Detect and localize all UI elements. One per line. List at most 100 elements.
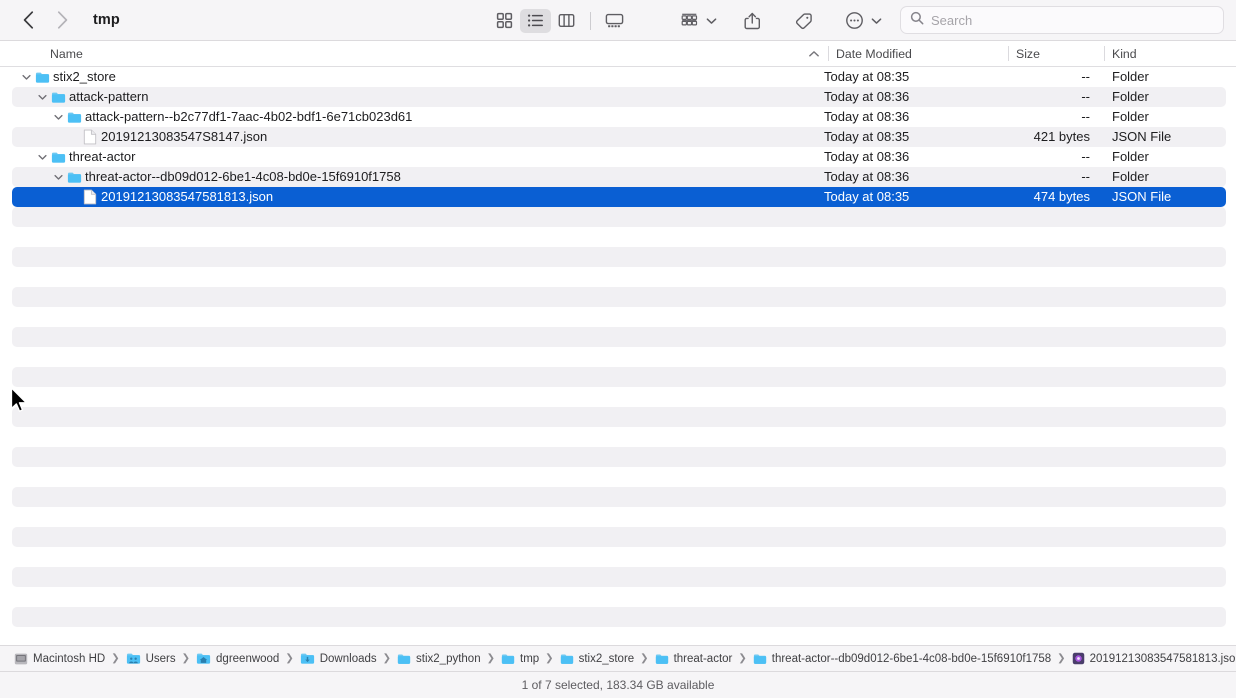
- navigation-buttons: [18, 9, 72, 31]
- home-folder-icon: [196, 651, 211, 666]
- breadcrumb-separator-icon: ❯: [640, 653, 649, 664]
- toolbar-divider: [590, 11, 591, 30]
- search-box[interactable]: [900, 6, 1224, 34]
- column-header-size[interactable]: Size: [1016, 41, 1040, 66]
- breadcrumb-separator-icon: ❯: [545, 653, 554, 664]
- tag-button[interactable]: [788, 9, 819, 33]
- file-name: 20191213083547S8147.json: [101, 129, 268, 144]
- group-by-button[interactable]: [674, 9, 705, 33]
- breadcrumb-label: Macintosh HD: [33, 652, 106, 665]
- cell-size: --: [1081, 69, 1090, 84]
- empty-list-row: [12, 527, 1226, 547]
- cell-date-modified: Today at 08:36: [824, 109, 910, 124]
- json-file-icon: [82, 187, 98, 207]
- column-header-kind[interactable]: Kind: [1112, 41, 1137, 66]
- breadcrumb-label: stix2_store: [578, 652, 635, 665]
- cell-size: 421 bytes: [1033, 129, 1090, 144]
- disclosure-triangle-expanded-icon[interactable]: [52, 107, 64, 127]
- column-view-button[interactable]: [551, 9, 582, 33]
- breadcrumb-label: stix2_python: [416, 652, 481, 665]
- gallery-view-button[interactable]: [599, 9, 630, 33]
- chevron-down-icon: [871, 12, 882, 30]
- icon-view-button[interactable]: [489, 9, 520, 33]
- file-list[interactable]: stix2_store Today at 08:35 -- Folder attack-…: [0, 67, 1236, 645]
- cell-date-modified: Today at 08:36: [824, 149, 910, 164]
- cell-size: 474 bytes: [1033, 189, 1090, 204]
- column-divider[interactable]: [1008, 46, 1009, 61]
- cell-size: --: [1081, 169, 1090, 184]
- empty-list-row: [12, 367, 1226, 387]
- grid-icon: [496, 12, 513, 29]
- file-name: threat-actor: [69, 149, 136, 164]
- group-by-chevron[interactable]: [706, 12, 717, 30]
- disclosure-triangle-expanded-icon[interactable]: [20, 67, 32, 87]
- tag-icon: [794, 12, 813, 30]
- breadcrumb-item[interactable]: stix2_store: [560, 652, 635, 666]
- table-row[interactable]: threat-actor Today at 08:36 -- Folder: [12, 147, 1226, 167]
- list-icon: [527, 12, 544, 29]
- forward-button[interactable]: [52, 9, 72, 31]
- breadcrumb-separator-icon: ❯: [285, 653, 294, 664]
- search-input[interactable]: [931, 12, 1201, 28]
- more-options-chevron[interactable]: [871, 12, 882, 30]
- empty-list-row: [12, 487, 1226, 507]
- folder-icon: [655, 652, 669, 666]
- users-folder-icon: [126, 651, 141, 666]
- breadcrumb-separator-icon: ❯: [181, 653, 191, 664]
- breadcrumb-separator-icon: ❯: [738, 653, 747, 664]
- breadcrumb-item[interactable]: Downloads: [300, 651, 377, 666]
- column-header-date-modified[interactable]: Date Modified: [836, 41, 912, 66]
- breadcrumb-item[interactable]: threat-actor--db09d012-6be1-4c08-bd0e-15…: [753, 652, 1051, 666]
- json-file-icon: [1072, 652, 1085, 665]
- breadcrumb-label: Downloads: [319, 652, 377, 665]
- breadcrumb-item[interactable]: Users: [126, 651, 176, 666]
- cell-kind: Folder: [1112, 69, 1149, 84]
- empty-list-row: [12, 327, 1226, 347]
- table-row[interactable]: 20191213083547S8147.json Today at 08:35 42…: [12, 127, 1226, 147]
- disclosure-triangle-expanded-icon[interactable]: [36, 87, 48, 107]
- share-button[interactable]: [737, 9, 768, 33]
- gallery-icon: [605, 12, 624, 29]
- breadcrumb-item[interactable]: 20191213083547581813.json: [1072, 652, 1236, 665]
- table-row[interactable]: attack-pattern Today at 08:36 -- Folder: [12, 87, 1226, 107]
- table-row[interactable]: 20191213083547581813.json Today at 08:35 4…: [12, 187, 1226, 207]
- column-divider[interactable]: [828, 46, 829, 61]
- file-name: attack-pattern: [69, 89, 149, 104]
- breadcrumb-label: 20191213083547581813.json: [1089, 652, 1236, 665]
- search-icon: [910, 11, 924, 30]
- breadcrumb-item[interactable]: Macintosh HD: [14, 652, 105, 666]
- folder-icon: [560, 652, 574, 666]
- folder-icon: [34, 67, 50, 87]
- folder-icon: [501, 652, 515, 666]
- back-button[interactable]: [18, 9, 38, 31]
- breadcrumb-separator-icon: ❯: [382, 653, 392, 664]
- file-name: threat-actor--db09d012-6be1-4c08-bd0e-15…: [85, 169, 401, 184]
- columns-icon: [558, 12, 575, 29]
- table-row[interactable]: attack-pattern--b2c77df1-7aac-4b02-bdf1-…: [12, 107, 1226, 127]
- breadcrumb-item[interactable]: threat-actor: [655, 652, 732, 666]
- table-row[interactable]: stix2_store Today at 08:35 -- Folder: [12, 67, 1226, 87]
- file-name: 20191213083547581813.json: [101, 189, 274, 204]
- view-mode-group: [489, 8, 630, 33]
- empty-list-row: [12, 247, 1226, 267]
- list-view-button[interactable]: [520, 8, 551, 33]
- breadcrumb-item[interactable]: dgreenwood: [196, 651, 279, 666]
- column-divider[interactable]: [1104, 46, 1105, 61]
- more-options-button[interactable]: [839, 9, 870, 33]
- folder-icon: [66, 167, 82, 187]
- cell-kind: Folder: [1112, 149, 1149, 164]
- cell-date-modified: Today at 08:35: [824, 69, 910, 84]
- disclosure-triangle-expanded-icon[interactable]: [52, 167, 64, 187]
- chevron-down-icon: [706, 12, 717, 30]
- column-header-name[interactable]: Name: [50, 41, 83, 66]
- cell-size: --: [1081, 149, 1090, 164]
- empty-list-row: [12, 207, 1226, 227]
- disclosure-triangle-expanded-icon[interactable]: [36, 147, 48, 167]
- drive-icon: [14, 652, 28, 666]
- file-name: stix2_store: [53, 69, 116, 84]
- breadcrumb-item[interactable]: tmp: [501, 652, 539, 666]
- folder-icon: [753, 652, 767, 666]
- table-row[interactable]: threat-actor--db09d012-6be1-4c08-bd0e-15…: [12, 167, 1226, 187]
- breadcrumb-item[interactable]: stix2_python: [397, 652, 481, 666]
- empty-list-row: [12, 287, 1226, 307]
